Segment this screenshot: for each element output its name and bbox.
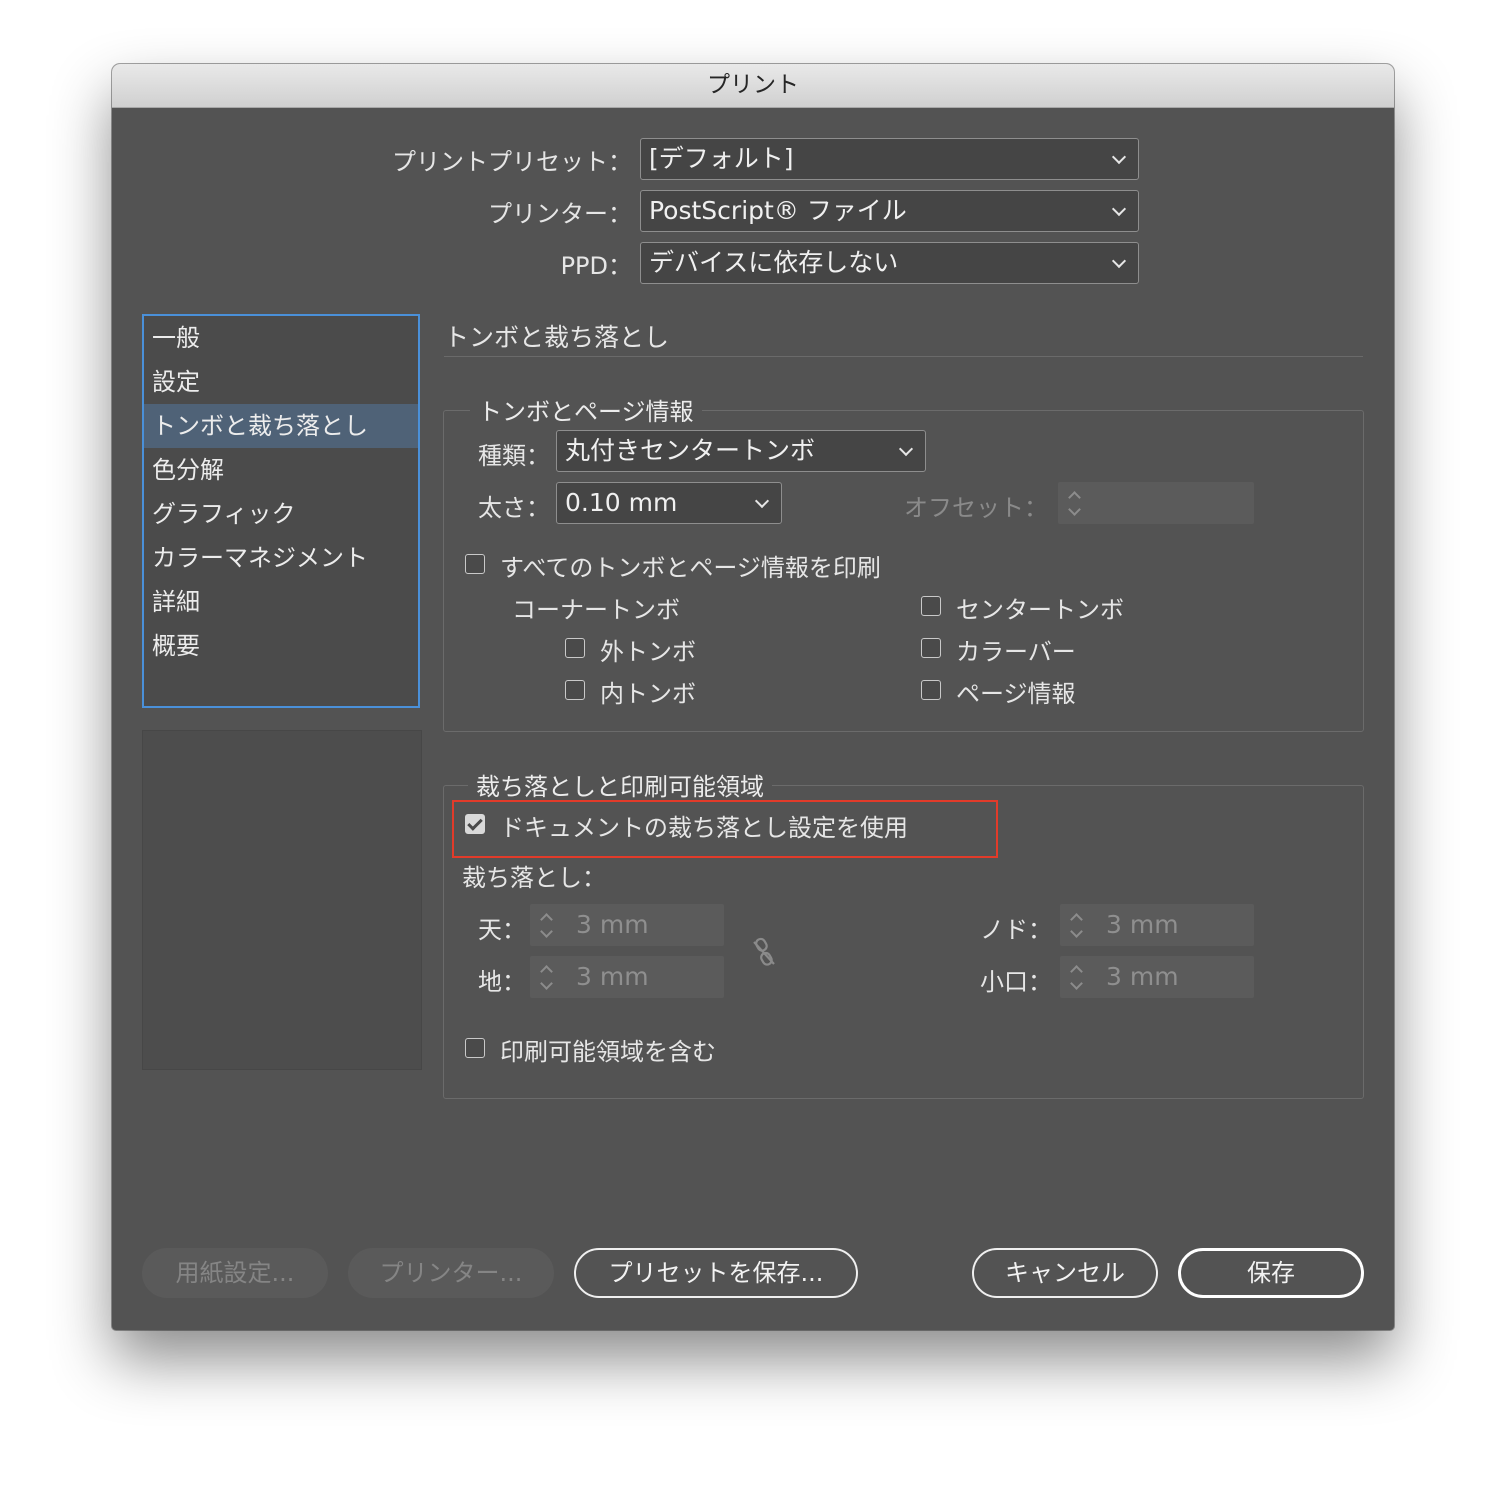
sidebar-item-setup[interactable]: 設定 [144,360,418,404]
chevron-down-icon [1111,149,1127,165]
page-setup-button[interactable]: 用紙設定... [142,1248,328,1298]
page-info-label: ページ情報 [956,680,1076,708]
mark-weight-label: 太さ： [478,494,550,522]
outer-marks-checkbox[interactable] [565,638,585,658]
printer-select[interactable]: PostScript® ファイル [640,190,1139,232]
bleed-inside-label: ノド： [980,916,1052,944]
chevron-down-icon [1111,201,1127,217]
stepper-arrows-icon [538,910,556,940]
chevron-down-icon [898,441,914,457]
print-dialog: プリント プリントプリセット： [デフォルト] プリンター： PostScrip… [112,64,1394,1330]
ppd-label: PPD： [560,252,632,280]
bleed-outside-label: 小口： [980,968,1052,996]
save-button[interactable]: 保存 [1178,1248,1364,1298]
bleed-top-label: 天： [478,916,526,944]
broken-link-icon[interactable] [750,936,778,968]
bleed-inside-stepper[interactable]: 3 mm [1060,904,1254,946]
preset-value: [デフォルト] [649,144,794,173]
outer-marks-label: 外トンボ [600,638,696,666]
sidebar-item-summary[interactable]: 概要 [144,624,418,668]
printer-button[interactable]: プリンター... [348,1248,554,1298]
printer-value: PostScript® ファイル [649,196,907,225]
marks-legend: トンボとページ情報 [470,392,702,427]
cancel-button[interactable]: キャンセル [972,1248,1158,1298]
stepper-arrows-icon [1066,488,1084,518]
include-slug-checkbox[interactable] [465,1038,485,1058]
bleed-outside-value: 3 mm [1106,962,1179,991]
corner-marks-heading: コーナートンボ [512,596,680,624]
use-document-bleed-checkbox[interactable] [465,814,485,834]
ppd-value: デバイスに依存しない [649,248,899,277]
mark-type-label: 種類： [478,442,550,470]
sidebar-item-advanced[interactable]: 詳細 [144,580,418,624]
sidebar-item-graphics[interactable]: グラフィック [144,492,418,536]
bleed-top-stepper[interactable]: 3 mm [530,904,724,946]
window-title: プリント [112,64,1394,108]
center-marks-checkbox[interactable] [921,596,941,616]
sidebar-item-marks-and-bleed[interactable]: トンボと裁ち落とし [144,404,418,448]
title-divider [444,356,1363,357]
mark-weight-select[interactable]: 0.10 mm [556,482,782,524]
use-document-bleed-label: ドキュメントの裁ち落とし設定を使用 [500,814,908,842]
panel-title: トンボと裁ち落とし [444,323,670,352]
color-bars-checkbox[interactable] [921,638,941,658]
bleed-heading: 裁ち落とし： [462,864,606,892]
preset-select[interactable]: [デフォルト] [640,138,1139,180]
bleed-inside-value: 3 mm [1106,910,1179,939]
category-list: 一般 設定 トンボと裁ち落とし 色分解 グラフィック カラーマネジメント 詳細 … [142,314,420,708]
color-bars-label: カラーバー [956,638,1076,666]
all-marks-label: すべてのトンボとページ情報を印刷 [500,554,881,582]
chevron-down-icon [1111,253,1127,269]
stepper-arrows-icon [538,962,556,992]
stepper-arrows-icon [1068,910,1086,940]
page-info-checkbox[interactable] [921,680,941,700]
preset-label: プリントプリセット： [392,148,632,176]
offset-label: オフセット： [904,494,1048,522]
inner-marks-label: 内トンボ [600,680,696,708]
include-slug-label: 印刷可能領域を含む [500,1038,716,1066]
bleed-bottom-label: 地： [478,968,526,996]
inner-marks-checkbox[interactable] [565,680,585,700]
sidebar-item-color-management[interactable]: カラーマネジメント [144,536,418,580]
stepper-arrows-icon [1068,962,1086,992]
printer-label: プリンター： [488,200,632,228]
offset-stepper[interactable] [1058,482,1254,524]
bleed-top-value: 3 mm [576,910,649,939]
save-preset-button[interactable]: プリセットを保存... [574,1248,858,1298]
sidebar-item-general[interactable]: 一般 [144,316,418,360]
all-marks-checkbox[interactable] [465,554,485,574]
mark-type-select[interactable]: 丸付きセンタートンボ [556,430,926,472]
bleed-outside-stepper[interactable]: 3 mm [1060,956,1254,998]
sidebar-item-output[interactable]: 色分解 [144,448,418,492]
page-preview [142,730,422,1070]
center-marks-label: センタートンボ [956,596,1124,624]
mark-type-value: 丸付きセンタートンボ [565,436,816,465]
bleed-bottom-value: 3 mm [576,962,649,991]
bleed-bottom-stepper[interactable]: 3 mm [530,956,724,998]
mark-weight-value: 0.10 mm [565,488,678,517]
bleed-legend: 裁ち落としと印刷可能領域 [468,767,772,802]
ppd-select[interactable]: デバイスに依存しない [640,242,1139,284]
chevron-down-icon [754,493,770,509]
